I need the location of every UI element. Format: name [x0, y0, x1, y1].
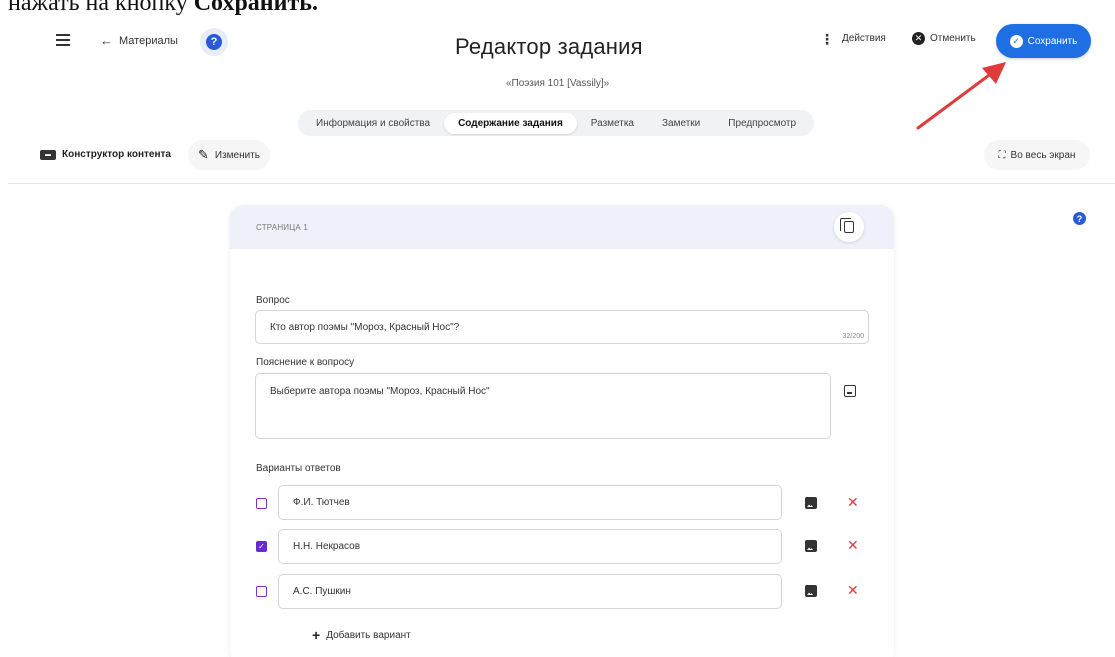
answer-input[interactable]: Н.Н. Некрасов: [278, 529, 782, 564]
tab-markup[interactable]: Разметка: [577, 113, 648, 134]
add-variant-button[interactable]: + Добавить вариант: [312, 627, 411, 643]
answer-input[interactable]: А.С. Пушкин: [278, 574, 782, 609]
pencil-icon: ✎: [198, 147, 209, 162]
remove-answer-icon[interactable]: ✕: [847, 582, 859, 599]
answer-checkbox[interactable]: ✓: [256, 541, 267, 552]
arrow-left-icon: ←: [100, 33, 113, 48]
back-label: Материалы: [119, 34, 178, 47]
instruction-caption: нажать на кнопку Сохранить.: [8, 0, 318, 16]
answer-text: А.С. Пушкин: [293, 586, 351, 597]
answer-checkbox[interactable]: [256, 586, 267, 597]
tab-info[interactable]: Информация и свойства: [302, 113, 444, 134]
cancel-button[interactable]: ✕ Отменить: [912, 32, 976, 45]
explanation-value: Выберите автора поэмы "Мороз, Красный Но…: [270, 386, 490, 397]
page-card: СТРАНИЦА 1 Вопрос Кто автор поэмы "Мороз…: [230, 205, 894, 657]
page-label: СТРАНИЦА 1: [256, 222, 308, 232]
image-icon[interactable]: [805, 497, 817, 509]
image-icon[interactable]: [805, 540, 817, 552]
question-value: Кто автор поэмы "Мороз, Красный Нос"?: [270, 321, 460, 333]
copy-icon: [840, 218, 854, 233]
tab-notes[interactable]: Заметки: [648, 113, 714, 134]
question-label: Вопрос: [256, 295, 290, 306]
fullscreen-label: Во весь экран: [1010, 149, 1076, 161]
plus-icon: +: [312, 627, 321, 643]
edit-button[interactable]: ✎ Изменить: [188, 140, 271, 170]
back-to-materials-link[interactable]: ← Материалы: [100, 33, 178, 48]
constructor-label: Конструктор контента: [62, 149, 171, 160]
tab-preview[interactable]: Предпросмотр: [714, 113, 810, 134]
explanation-label: Пояснение к вопросу: [256, 357, 355, 368]
page-card-header: СТРАНИЦА 1: [230, 205, 894, 249]
remove-answer-icon[interactable]: ✕: [847, 537, 859, 554]
annotation-arrow-icon: [916, 62, 1006, 130]
actions-button[interactable]: ⋮ Действия: [820, 30, 886, 47]
fullscreen-button[interactable]: ⛶ Во весь экран: [984, 140, 1090, 170]
help-icon[interactable]: ?: [1073, 212, 1086, 225]
page-title: Редактор задания: [455, 34, 643, 59]
answer-input[interactable]: Ф.И. Тютчев: [278, 485, 782, 520]
image-icon[interactable]: [805, 585, 817, 597]
menu-icon[interactable]: [56, 34, 70, 46]
save-button[interactable]: ✓ Сохранить: [996, 24, 1091, 58]
tab-bar: Информация и свойства Содержание задания…: [298, 110, 815, 136]
edit-label: Изменить: [214, 149, 261, 161]
question-counter: 32/200: [842, 333, 864, 340]
remove-answer-icon[interactable]: ✕: [847, 494, 859, 511]
divider: [8, 183, 1115, 184]
answers-label: Варианты ответов: [256, 463, 341, 474]
explanation-textarea[interactable]: Выберите автора поэмы "Мороз, Красный Но…: [255, 373, 831, 439]
answer-text: Ф.И. Тютчев: [293, 497, 350, 508]
help-button[interactable]: ?: [200, 28, 228, 56]
question-icon: ?: [206, 34, 222, 50]
constructor-icon: ▬: [40, 149, 56, 160]
kebab-icon: ⋮: [820, 30, 834, 47]
image-icon[interactable]: [844, 385, 856, 397]
page-subtitle: «Поэзия 101 [Vassily]»: [506, 78, 610, 89]
check-circle-icon: ✓: [1009, 34, 1023, 48]
tab-content[interactable]: Содержание задания: [444, 112, 577, 134]
fullscreen-icon: ⛶: [998, 149, 1006, 161]
content-constructor-title: ▬ Конструктор контента: [40, 149, 171, 160]
close-circle-icon: ✕: [912, 32, 925, 45]
copy-page-button[interactable]: [834, 212, 864, 242]
cancel-label: Отменить: [930, 33, 976, 44]
answer-text: Н.Н. Некрасов: [293, 541, 361, 552]
answer-checkbox[interactable]: [256, 498, 267, 509]
actions-label: Действия: [842, 33, 886, 44]
question-input[interactable]: Кто автор поэмы "Мороз, Красный Нос"? 32…: [255, 310, 869, 344]
save-label: Сохранить: [1027, 35, 1078, 47]
add-variant-label: Добавить вариант: [326, 629, 411, 641]
